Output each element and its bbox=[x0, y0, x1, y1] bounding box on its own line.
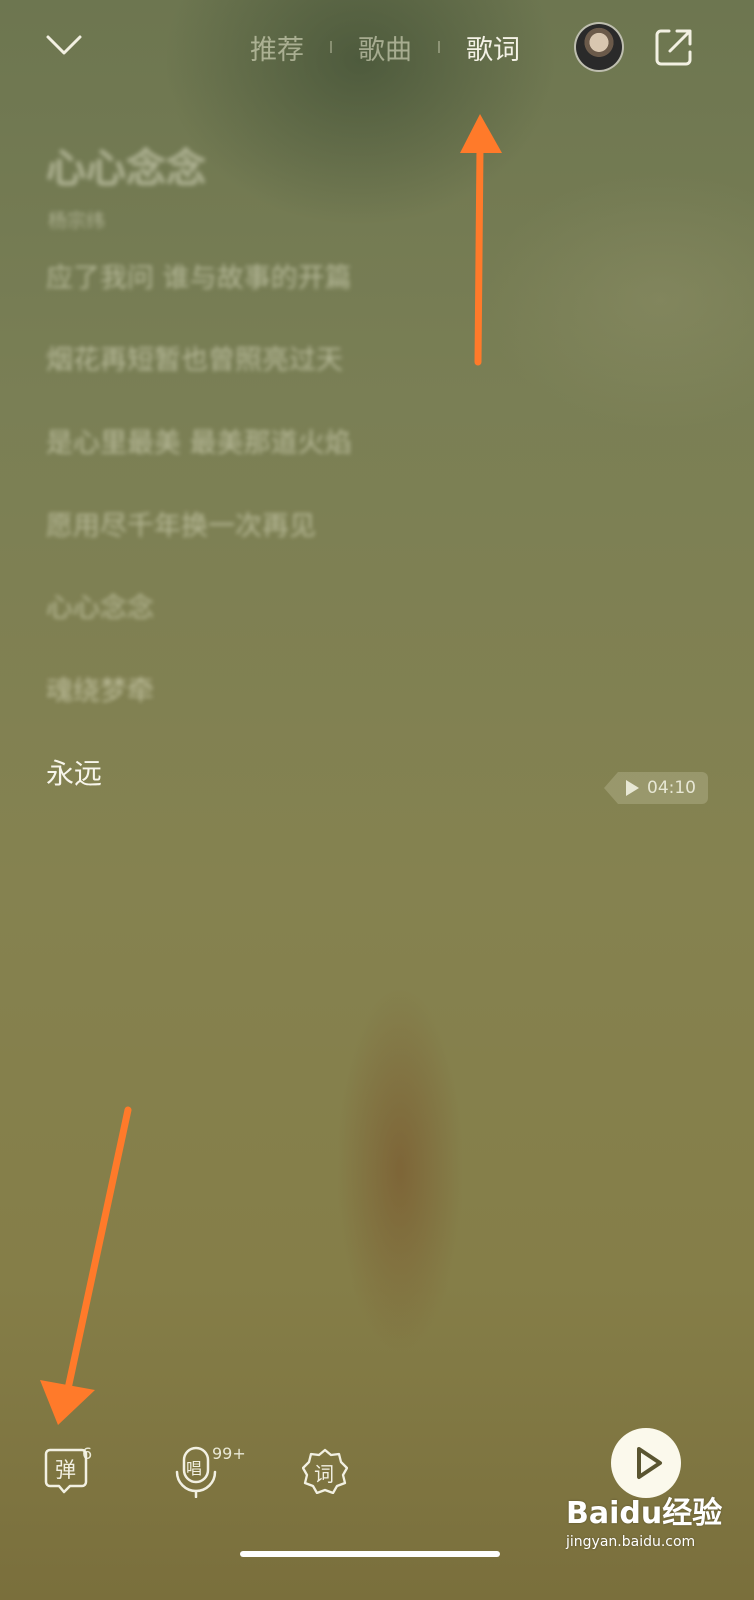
tab-recommend[interactable]: 推荐 bbox=[238, 28, 316, 67]
baidu-watermark: Baidu经验 jingyan.baidu.com bbox=[566, 1488, 723, 1550]
lyrics-effect-button[interactable]: 词 bbox=[302, 1448, 348, 1494]
arrow-down-head bbox=[40, 1380, 95, 1425]
avatar[interactable] bbox=[574, 22, 624, 72]
lyrics-effect-label: 词 bbox=[314, 1462, 334, 1486]
lyric-line[interactable]: 愿用尽千年换一次再见 bbox=[46, 504, 316, 543]
sing-count: 99+ bbox=[212, 1444, 246, 1463]
seek-time: 04:10 bbox=[647, 778, 696, 798]
watermark-url: jingyan.baidu.com bbox=[566, 1534, 696, 1550]
lyric-line[interactable]: 烟花再短暂也曾照亮过天 bbox=[46, 338, 343, 377]
lyrics-screen: 推荐 歌曲 歌词 心心念念 杨宗纬 应了我问 谁与故事的开篇 烟花再短暂也曾照亮… bbox=[0, 0, 754, 1600]
share-icon[interactable] bbox=[653, 26, 695, 68]
danmaku-label: 弹 bbox=[55, 1458, 76, 1482]
tab-bar: 推荐 歌曲 歌词 bbox=[238, 22, 532, 72]
song-artist: 杨宗纬 bbox=[48, 210, 106, 232]
chevron-down-icon[interactable] bbox=[44, 28, 84, 62]
lyric-line[interactable]: 魂绕梦牵 bbox=[46, 669, 154, 708]
sing-label: 唱 bbox=[186, 1459, 203, 1478]
lyric-line[interactable]: 是心里最美 最美那道火焰 bbox=[46, 421, 352, 460]
tab-song[interactable]: 歌曲 bbox=[346, 28, 424, 67]
lyric-line-current[interactable]: 永远 bbox=[46, 752, 102, 792]
lyric-line[interactable]: 心心念念 bbox=[46, 586, 154, 625]
arrow-down-shaft bbox=[62, 1106, 132, 1402]
tab-divider bbox=[330, 41, 332, 53]
tab-divider bbox=[438, 41, 440, 53]
song-title: 心心念念 bbox=[46, 146, 206, 192]
arrow-up-head bbox=[460, 114, 502, 153]
watermark-logo: Baidu经验 bbox=[566, 1496, 723, 1531]
lyric-line[interactable]: 应了我问 谁与故事的开篇 bbox=[46, 256, 352, 295]
danmaku-count: 6 bbox=[82, 1444, 93, 1463]
home-indicator[interactable] bbox=[240, 1551, 500, 1557]
seek-time-chip[interactable]: 04:10 bbox=[604, 772, 708, 804]
tab-lyrics[interactable]: 歌词 bbox=[454, 28, 532, 67]
arrow-up-shaft bbox=[474, 144, 484, 366]
play-icon bbox=[626, 780, 639, 796]
